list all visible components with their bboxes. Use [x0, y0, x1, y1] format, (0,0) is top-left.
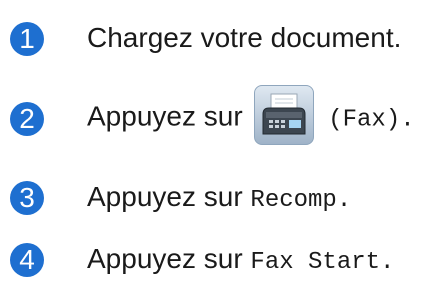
- step-code: Recomp.: [250, 187, 352, 214]
- fax-machine-icon: [262, 93, 306, 135]
- step-line: Appuyez sur Recomp.: [87, 181, 351, 214]
- step-text: Appuyez sur: [87, 181, 243, 212]
- step-text: Appuyez sur: [87, 243, 243, 274]
- step-number-badge: 2: [10, 102, 44, 136]
- step-text: Appuyez sur: [87, 100, 243, 132]
- step-line: Appuyez sur Fax Start.: [87, 243, 394, 276]
- step-line: Appuyez sur (Fax).: [87, 85, 415, 148]
- step-number-badge: 1: [10, 22, 44, 56]
- step-text: Chargez votre document.: [87, 22, 402, 53]
- step-number-badge: 4: [10, 243, 44, 277]
- step-code: Fax Start.: [250, 249, 395, 276]
- step-number-badge: 3: [10, 181, 44, 215]
- fax-button[interactable]: [254, 85, 315, 145]
- step-code: (Fax).: [328, 106, 415, 134]
